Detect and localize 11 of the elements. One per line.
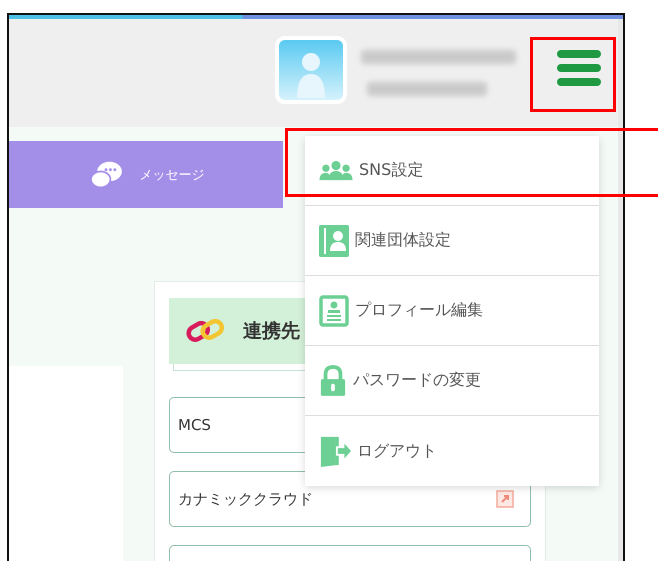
menu-item[interactable]: SNS設定 — [305, 136, 599, 206]
contact-book-icon — [319, 224, 349, 256]
exit-door-icon — [319, 435, 351, 467]
profile-card-icon — [319, 294, 349, 326]
menu-item[interactable]: 関連団体設定 — [305, 206, 599, 276]
menu-item[interactable]: パスワードの変更 — [305, 346, 599, 416]
menu-item[interactable]: プロフィール編集 — [305, 276, 599, 346]
people-group-icon — [319, 160, 353, 182]
avatar-silhouette-icon — [275, 36, 347, 104]
card-title: 連携先 — [243, 319, 300, 344]
lock-icon — [319, 364, 347, 396]
